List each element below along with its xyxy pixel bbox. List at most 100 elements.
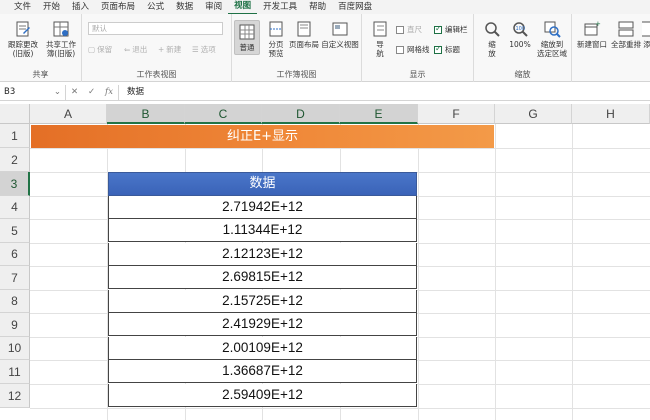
name-box[interactable]: B3 ⌄ xyxy=(0,84,66,100)
ruler-checkbox[interactable]: 直尺 xyxy=(396,24,422,35)
options-button[interactable]: ☰ 选项 xyxy=(192,44,216,55)
exit-label: 退出 xyxy=(132,45,148,54)
menu-baidu-netdisk[interactable]: 百度网盘 xyxy=(332,0,378,14)
track-changes-button[interactable]: 跟踪更改 (旧版) xyxy=(6,20,40,58)
formula-bar-label: 编辑栏 xyxy=(445,25,468,34)
arrange-all-button[interactable]: 全部重排 xyxy=(610,20,642,49)
row-header-9[interactable]: 9 xyxy=(0,313,30,337)
zoom-selection-label: 缩放到 选定区域 xyxy=(537,40,567,58)
row-header-8[interactable]: 8 xyxy=(0,290,30,313)
fx-icon[interactable]: fx xyxy=(105,87,113,97)
navigation-button[interactable]: 导 航 xyxy=(370,20,390,58)
new-window-button[interactable]: + 新建窗口 xyxy=(574,20,610,49)
group-workbook-view-label: 工作簿视图 xyxy=(276,70,317,79)
chevron-down-icon[interactable]: ⌄ xyxy=(54,85,61,100)
headings-checkbox[interactable]: 标题 xyxy=(434,44,460,55)
share-workbook-button[interactable]: 共享工作 簿(旧版) xyxy=(44,20,78,58)
row-header-5[interactable]: 5 xyxy=(0,219,30,243)
zoom-to-selection-button[interactable]: 缩放到 选定区域 xyxy=(534,20,570,58)
new-button[interactable]: + 新建 xyxy=(158,44,181,55)
column-header-d[interactable]: D xyxy=(262,104,340,124)
enter-icon[interactable]: ✓ xyxy=(88,87,95,97)
magnifier-icon xyxy=(485,22,500,37)
gridline xyxy=(30,148,650,149)
group-show-label: 显示 xyxy=(409,70,426,79)
data-cell[interactable]: 1.11344E+12 xyxy=(108,219,417,242)
custom-view-button[interactable]: 自定义视图 xyxy=(320,20,360,49)
column-header-h[interactable]: H xyxy=(572,104,650,124)
menu-help[interactable]: 帮助 xyxy=(303,0,332,14)
data-cell[interactable]: 2.71942E+12 xyxy=(108,196,417,219)
group-show: 导 航 直尺 编辑栏 网格线 标题 显示 xyxy=(362,14,474,82)
data-cell[interactable]: 2.59409E+12 xyxy=(108,384,417,407)
row-header-10[interactable]: 10 xyxy=(0,337,30,360)
track-changes-icon xyxy=(16,21,30,37)
group-share: 跟踪更改 (旧版) 共享工作 簿(旧版) 共享 xyxy=(0,14,82,82)
keep-button[interactable]: ▢ 保留 xyxy=(88,44,112,55)
column-header-c[interactable]: C xyxy=(185,104,262,124)
share-workbook-label: 共享工作 簿(旧版) xyxy=(46,40,76,58)
menu-view[interactable]: 视图 xyxy=(228,0,258,15)
custom-view-label: 自定义视图 xyxy=(321,40,359,49)
column-header-f[interactable]: F xyxy=(418,104,495,124)
formula-bar-check-icon xyxy=(434,24,442,34)
row-header-11[interactable]: 11 xyxy=(0,360,30,384)
page-break-icon xyxy=(269,21,283,37)
menu-page-layout[interactable]: 页面布局 xyxy=(95,0,141,14)
group-workbook-view: 普通 分页 预览 页面布局 自定义视图 工作簿视图 xyxy=(232,14,362,82)
row-header-1[interactable]: 1 xyxy=(0,124,30,148)
row-header-6[interactable]: 6 xyxy=(0,243,30,266)
page-layout-button[interactable]: 页面布局 xyxy=(288,20,320,49)
title-cell[interactable]: 纠正E+显示 xyxy=(31,125,494,148)
menu-formulas[interactable]: 公式 xyxy=(141,0,170,14)
data-cell[interactable]: 2.41929E+12 xyxy=(108,313,417,336)
sheet-view-select[interactable]: 默认 xyxy=(88,22,223,35)
exit-button[interactable]: ⇐ 退出 xyxy=(124,44,147,55)
menu-file[interactable]: 文件 xyxy=(8,0,37,14)
menu-bar: 文件 开始 插入 页面布局 公式 数据 审阅 视图 开发工具 帮助 百度网盘 xyxy=(0,0,650,15)
menu-review[interactable]: 审阅 xyxy=(199,0,228,14)
page-break-preview-button[interactable]: 分页 预览 xyxy=(264,20,288,58)
data-cell[interactable]: 1.36687E+12 xyxy=(108,360,417,383)
headings-label: 标题 xyxy=(445,45,460,54)
data-cell[interactable]: 2.12123E+12 xyxy=(108,243,417,266)
row-header-7[interactable]: 7 xyxy=(0,266,30,290)
data-cell[interactable]: 2.15725E+12 xyxy=(108,290,417,313)
gridlines-checkbox[interactable]: 网格线 xyxy=(396,44,430,55)
data-header-cell[interactable]: 数据 xyxy=(108,172,417,196)
menu-data[interactable]: 数据 xyxy=(170,0,199,14)
normal-view-button[interactable]: 普通 xyxy=(234,20,260,55)
add-button[interactable]: 添 xyxy=(642,20,650,49)
navigation-icon xyxy=(373,21,387,37)
formula-input[interactable]: 数据 xyxy=(118,84,650,100)
formula-bar: B3 ⌄ ✕ ✓ fx 数据 xyxy=(0,84,650,101)
options-icon: ☰ xyxy=(192,45,199,54)
row-header-3[interactable]: 3 xyxy=(0,172,30,196)
select-all-corner[interactable] xyxy=(0,104,30,124)
zoom-100-label: 100% xyxy=(509,40,531,49)
zoom-button[interactable]: 缩 放 xyxy=(482,20,502,58)
formula-icons: ✕ ✓ fx xyxy=(66,87,118,97)
formula-bar-checkbox[interactable]: 编辑栏 xyxy=(434,24,468,35)
column-header-b[interactable]: B xyxy=(107,104,185,124)
row-header-4[interactable]: 4 xyxy=(0,196,30,219)
exit-icon: ⇐ xyxy=(124,45,131,54)
data-cell[interactable]: 2.69815E+12 xyxy=(108,266,417,289)
new-icon: + xyxy=(158,45,165,54)
menu-developer[interactable]: 开发工具 xyxy=(257,0,303,14)
headings-check-icon xyxy=(434,44,442,54)
normal-view-icon xyxy=(239,24,255,40)
menu-home[interactable]: 开始 xyxy=(37,0,66,14)
row-header-12[interactable]: 12 xyxy=(0,384,30,408)
column-header-e[interactable]: E xyxy=(340,104,418,124)
column-header-a[interactable]: A xyxy=(30,104,107,124)
gridlines-label: 网格线 xyxy=(407,45,430,54)
zoom-100-button[interactable]: 100 100% xyxy=(508,20,532,49)
row-header-2[interactable]: 2 xyxy=(0,148,30,172)
cancel-icon[interactable]: ✕ xyxy=(71,87,78,97)
gridlines-check-icon xyxy=(396,45,404,54)
ruler-check-icon xyxy=(396,25,404,34)
column-header-g[interactable]: G xyxy=(495,104,572,124)
data-cell[interactable]: 2.00109E+12 xyxy=(108,337,417,360)
menu-insert[interactable]: 插入 xyxy=(66,0,95,14)
